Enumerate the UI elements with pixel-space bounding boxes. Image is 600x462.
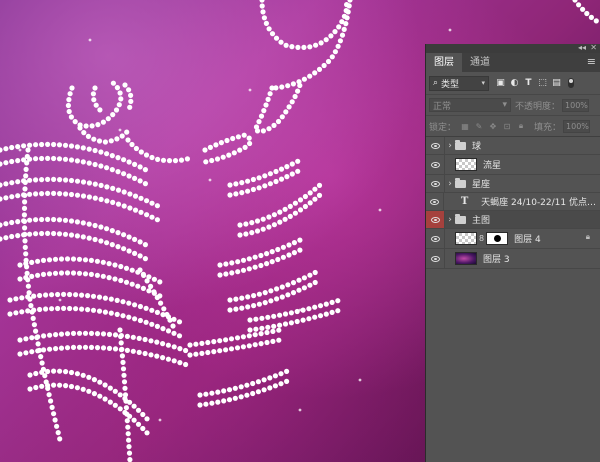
blend-mode-value: 正常 — [433, 101, 452, 112]
panel-title-bar: ◂◂ ✕ — [426, 43, 600, 53]
layer-row-meteor[interactable]: 流星 — [426, 155, 600, 175]
layer-mask-thumbnail[interactable] — [486, 232, 509, 245]
visibility-toggle[interactable] — [426, 137, 445, 154]
filter-type-value: 类型 — [441, 79, 460, 90]
layer-name: 图层 3 — [483, 255, 510, 265]
lock-brush-icon[interactable]: ✎ — [474, 121, 484, 131]
chevron-right-icon[interactable]: › — [445, 179, 455, 189]
layer-thumbnail — [455, 252, 477, 265]
blend-row: 正常 ▾ 不透明度： 100% — [426, 95, 600, 116]
filter-type-select[interactable]: ⌕ 类型 ▾ — [429, 75, 489, 91]
lock-transparency-icon[interactable]: ▦ — [460, 121, 470, 131]
layer-name: 天蝎座 24/10-22/11 优点：... — [481, 198, 600, 208]
layer-name: 球 — [472, 142, 482, 152]
visibility-toggle[interactable] — [426, 175, 445, 192]
type-filter-icon[interactable]: T — [523, 78, 534, 89]
layer-thumbnail — [455, 232, 477, 245]
lock-move-icon[interactable]: ✥ — [488, 121, 498, 131]
layer-name: 星座 — [472, 180, 491, 190]
eye-icon — [430, 198, 440, 205]
visibility-toggle[interactable] — [426, 193, 445, 210]
folder-icon — [455, 213, 466, 224]
visibility-toggle[interactable] — [426, 229, 445, 248]
chevron-right-icon[interactable]: › — [445, 215, 455, 225]
fill-label: 填充： — [534, 122, 562, 133]
layer-row-ball-group[interactable]: › 球 — [426, 137, 600, 155]
layer-filter-row: ⌕ 类型 ▾ ▣ ◐ T ⬚ ▤ — [426, 72, 600, 95]
visibility-toggle[interactable] — [426, 211, 445, 228]
smart-object-filter-icon[interactable]: ▤ — [551, 78, 562, 89]
panel-menu-icon[interactable]: ≡ — [587, 56, 596, 67]
chevron-down-icon: ▾ — [481, 79, 485, 87]
shape-filter-icon[interactable]: ⬚ — [537, 78, 548, 89]
layer-row-scorpio-text[interactable]: T 天蝎座 24/10-22/11 优点：... — [426, 193, 600, 211]
layer-row-constellation-group[interactable]: › 星座 — [426, 175, 600, 193]
layer-name: 图层 4 — [514, 235, 541, 245]
layers-panel: ◂◂ ✕ 图层 通道 ≡ ⌕ 类型 ▾ ▣ ◐ T ⬚ ▤ 正常 ▾ 不透明度：… — [425, 43, 600, 462]
panel-tabs: 图层 通道 ≡ — [426, 53, 600, 72]
eye-icon — [430, 235, 440, 242]
layer-thumbnail — [455, 158, 477, 171]
visibility-toggle[interactable] — [426, 249, 445, 268]
text-layer-icon: T — [460, 196, 469, 207]
tab-layers[interactable]: 图层 — [426, 53, 462, 72]
eye-icon — [430, 255, 440, 262]
lock-artboard-icon[interactable]: ⊡ — [502, 121, 512, 131]
opacity-label: 不透明度： — [515, 101, 561, 112]
layer-row-layer-3[interactable]: 图层 3 — [426, 249, 600, 269]
collapse-panel-icon[interactable]: ◂◂ — [578, 43, 586, 52]
eye-icon — [430, 216, 440, 223]
filter-toggle-switch[interactable] — [568, 78, 574, 88]
layer-name: 流星 — [483, 161, 502, 171]
eye-icon — [430, 180, 440, 187]
chevron-right-icon[interactable]: › — [445, 141, 455, 151]
search-icon: ⌕ — [433, 78, 439, 88]
layer-name: 主图 — [472, 216, 491, 226]
image-filter-icon[interactable]: ▣ — [495, 78, 506, 89]
layer-row-layer-4[interactable]: 8 图层 4 🔒︎ — [426, 229, 600, 249]
link-icon[interactable]: 8 — [479, 234, 484, 243]
folder-icon — [455, 139, 466, 150]
blend-mode-select[interactable]: 正常 ▾ — [429, 98, 511, 112]
adjustment-filter-icon[interactable]: ◐ — [509, 78, 520, 89]
eye-icon — [430, 161, 440, 168]
opacity-field[interactable]: 100% — [562, 98, 590, 112]
fill-field[interactable]: 100% — [563, 119, 591, 133]
tab-channels[interactable]: 通道 — [462, 53, 498, 72]
lock-icon: 🔒︎ — [585, 232, 590, 241]
layer-row-main-group[interactable]: › 主图 — [426, 211, 600, 229]
lock-row: 锁定： ▦ ✎ ✥ ⊡ 🔒︎ 填充： 100% — [426, 116, 600, 137]
visibility-toggle[interactable] — [426, 155, 445, 174]
eye-icon — [430, 142, 440, 149]
close-panel-icon[interactable]: ✕ — [590, 43, 597, 52]
folder-icon — [455, 177, 466, 188]
layer-list: › 球 流星 › 星座 T 天蝎座 24/10-22/11 优点：... › 主… — [426, 137, 600, 269]
lock-all-icon[interactable]: 🔒︎ — [516, 121, 526, 131]
chevron-down-icon: ▾ — [502, 100, 507, 110]
lock-label: 锁定： — [429, 122, 457, 133]
